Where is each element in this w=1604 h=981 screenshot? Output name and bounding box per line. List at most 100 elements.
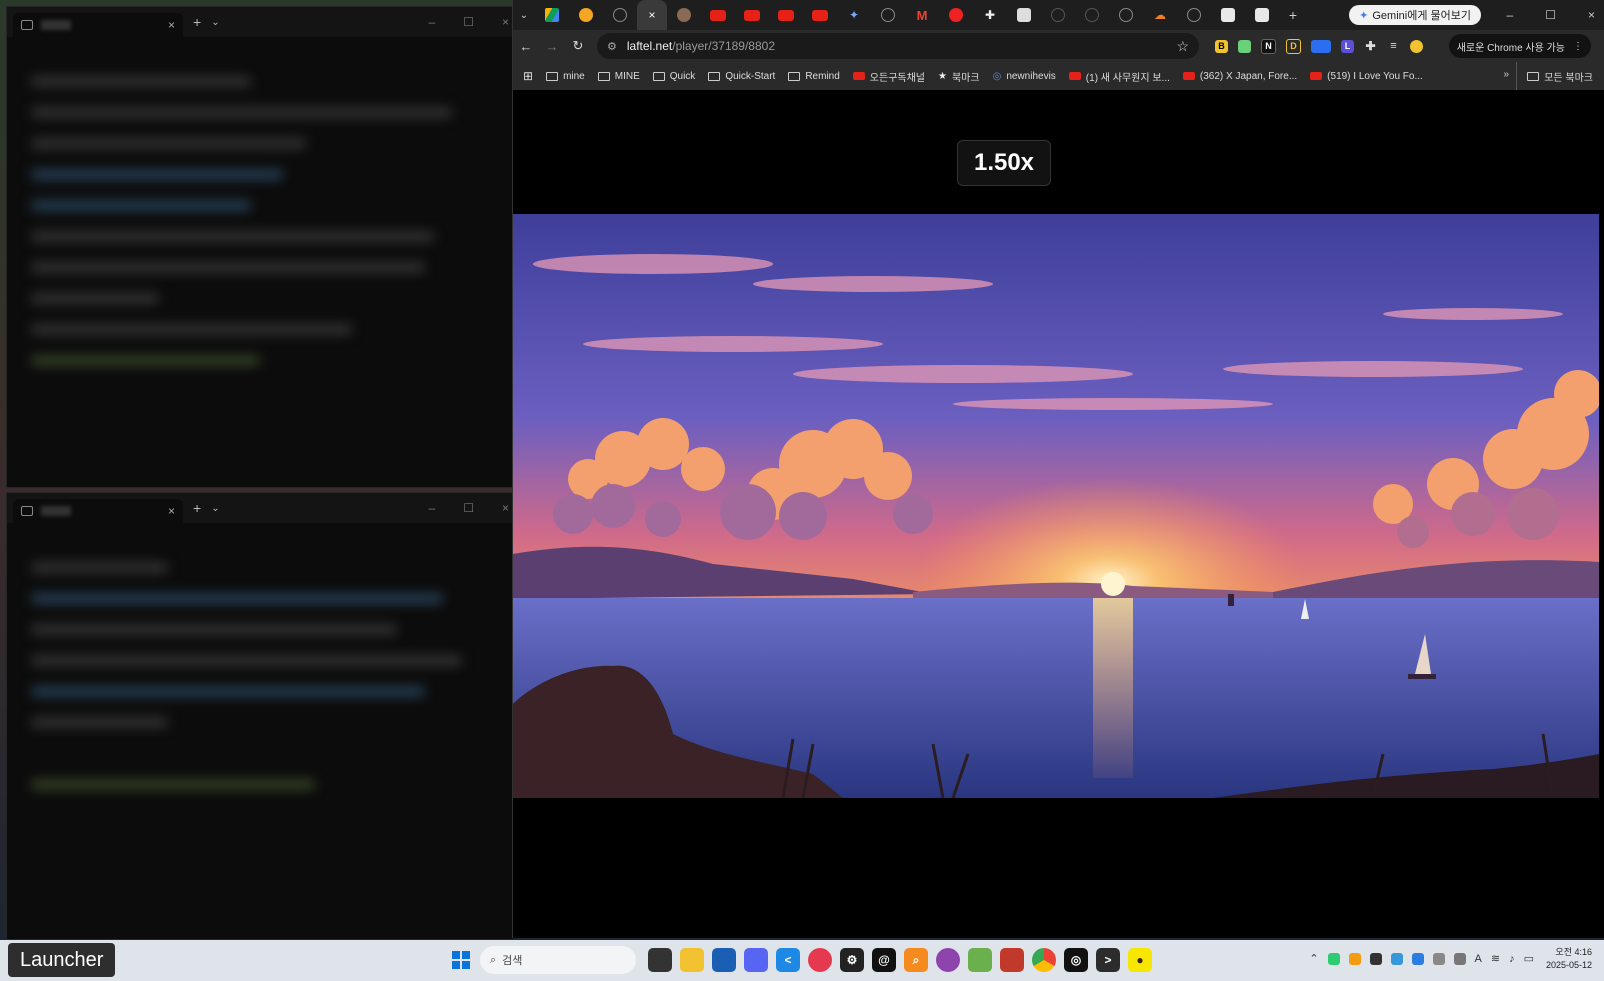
tab-avatar[interactable] <box>667 0 701 30</box>
tab-close-icon[interactable]: × <box>168 504 175 518</box>
task-view-icon[interactable] <box>648 948 672 972</box>
red-app-icon[interactable] <box>1000 948 1024 972</box>
chevron-down-icon[interactable]: ⌄ <box>211 503 219 514</box>
minimize-button[interactable]: – <box>429 501 436 515</box>
bookmark-quick[interactable]: Quick <box>652 71 695 82</box>
tab-sheets[interactable] <box>1211 0 1245 30</box>
new-tab-button[interactable]: + <box>1279 7 1307 23</box>
tab-github[interactable] <box>1041 0 1075 30</box>
tab-red-circle[interactable] <box>939 0 973 30</box>
tab-close-icon[interactable]: × <box>168 18 175 32</box>
battery-icon[interactable]: ▭ <box>1524 952 1534 965</box>
search-app-icon[interactable]: ⌕ <box>904 948 928 972</box>
vscode-icon[interactable]: < <box>776 948 800 972</box>
tab-cloud[interactable]: ☁ <box>1143 0 1177 30</box>
tab-blocked-2[interactable] <box>871 0 905 30</box>
apps-grid-icon[interactable]: ⊞ <box>523 69 533 83</box>
terminal-tab[interactable]: × <box>13 13 183 37</box>
tab-blocked-4[interactable] <box>1177 0 1211 30</box>
taskbar-search[interactable]: ⌕ 검색 <box>480 946 636 974</box>
tab-site[interactable] <box>569 0 603 30</box>
puzzle-icon[interactable]: ✚ <box>1364 39 1377 53</box>
tab-drive[interactable] <box>535 0 569 30</box>
chatgpt-icon[interactable]: ⚙ <box>840 948 864 972</box>
tab-youtube-4[interactable] <box>803 0 837 30</box>
minimize-button[interactable]: – <box>429 15 436 29</box>
bookmark-subscriptions[interactable]: 오든구독채널 <box>852 69 925 84</box>
extension-icon[interactable]: B <box>1215 39 1228 53</box>
tab-youtube-2[interactable] <box>735 0 769 30</box>
record-icon[interactable] <box>808 948 832 972</box>
chrome-update-button[interactable]: 새로운 Chrome 사용 가능 ⋮ <box>1448 34 1591 58</box>
ime-icon[interactable]: A <box>1475 953 1482 965</box>
minimize-button[interactable]: – <box>1507 8 1514 22</box>
bookmark-youtube-2[interactable]: (362) X Japan, Fore... <box>1182 71 1297 82</box>
chatgpt-desktop-icon[interactable]: ◎ <box>1064 948 1088 972</box>
discord-icon[interactable] <box>744 948 768 972</box>
file-explorer-icon[interactable] <box>680 948 704 972</box>
windows-start-icon[interactable] <box>452 951 470 969</box>
bookmark-mine[interactable]: mine <box>546 71 585 82</box>
tab-blocked-3[interactable] <box>1109 0 1143 30</box>
back-button[interactable]: ← <box>513 39 539 54</box>
chevron-down-icon[interactable]: ⌄ <box>211 17 219 28</box>
video-player[interactable]: 1.50x <box>513 90 1604 938</box>
extension-icon[interactable]: L <box>1341 39 1354 53</box>
bookmark-newnihevis[interactable]: ◎ newnihevis <box>993 71 1056 82</box>
bookmark-youtube-1[interactable]: (1) 새 사무원지 보... <box>1068 69 1170 84</box>
extension-icon[interactable] <box>1238 39 1251 53</box>
tray-app-icon[interactable] <box>1369 952 1382 965</box>
new-tab-button[interactable]: + <box>193 500 201 516</box>
tray-app-icon[interactable] <box>1348 952 1361 965</box>
threads-icon[interactable]: @ <box>872 948 896 972</box>
store-icon[interactable] <box>712 948 736 972</box>
all-bookmarks-button[interactable]: 모든 북마크 <box>1516 62 1593 90</box>
kakaotalk-icon[interactable]: ● <box>1128 948 1152 972</box>
terminal-icon[interactable]: > <box>1096 948 1120 972</box>
extension-icon[interactable]: D <box>1286 38 1301 54</box>
volume-icon[interactable]: ♪ <box>1509 953 1515 965</box>
tray-app-icon[interactable] <box>1327 952 1340 965</box>
purple-app-icon[interactable] <box>936 948 960 972</box>
bookmark-quick-start[interactable]: Quick-Start <box>708 71 775 82</box>
maximize-button[interactable]: ☐ <box>463 15 474 29</box>
more-bookmarks-button[interactable]: » <box>1503 69 1509 80</box>
terminal-window-top[interactable]: × + ⌄ – ☐ × <box>6 6 514 488</box>
extension-icon[interactable] <box>1311 39 1331 53</box>
terminal-tab[interactable]: × <box>13 499 183 523</box>
video-frame-sunset[interactable] <box>513 214 1599 798</box>
media-icon[interactable]: ≡ <box>1387 40 1400 53</box>
notion-icon[interactable]: N <box>1261 38 1276 54</box>
chrome-icon[interactable] <box>1032 948 1056 972</box>
bookmark-MINE[interactable]: MINE <box>597 71 640 82</box>
address-bar[interactable]: ⚙ laftel.net/player/37189/8802 ☆ <box>597 33 1199 59</box>
new-tab-button[interactable]: + <box>193 14 201 30</box>
keyboard-icon[interactable] <box>1432 952 1445 965</box>
close-button[interactable]: × <box>1588 8 1595 22</box>
tab-youtube-3[interactable] <box>769 0 803 30</box>
tab-gemini[interactable]: ✦ <box>837 0 871 30</box>
browser-window[interactable]: ⌄ × ✦ M ✚ ☁ + ✦ Gemini에게 물어보기 – ☐ × ← → … <box>512 0 1604 938</box>
maximize-button[interactable]: ☐ <box>1545 8 1556 22</box>
tab-search-chevron-icon[interactable]: ⌄ <box>513 10 535 21</box>
gemini-ask-button[interactable]: ✦ Gemini에게 물어보기 <box>1349 5 1481 25</box>
site-info-icon[interactable]: ⚙ <box>607 40 617 53</box>
bookmark-remind[interactable]: Remind <box>788 71 840 82</box>
bookmark-youtube-3[interactable]: (519) I Love You Fo... <box>1310 71 1423 82</box>
terminal-window-bottom[interactable]: × + ⌄ – ☐ × <box>6 492 514 940</box>
launcher-button[interactable]: Launcher <box>8 943 116 977</box>
tab-youtube-1[interactable] <box>701 0 735 30</box>
close-button[interactable]: × <box>502 501 509 515</box>
tab-github-2[interactable] <box>1075 0 1109 30</box>
bookmark-bookmarks[interactable]: ★ 북마크 <box>938 69 980 84</box>
chevron-up-icon[interactable]: ⌃ <box>1309 952 1318 965</box>
bluetooth-icon[interactable] <box>1411 952 1424 965</box>
wifi-icon[interactable]: ≋ <box>1491 952 1500 965</box>
tab-squares[interactable] <box>1007 0 1041 30</box>
kebab-menu-icon[interactable]: ⋮ <box>1573 41 1583 52</box>
display-icon[interactable] <box>1453 952 1466 965</box>
tab-gmail[interactable]: M <box>905 0 939 30</box>
forward-button[interactable]: → <box>539 39 565 54</box>
tray-app-icon[interactable] <box>1390 952 1403 965</box>
reload-button[interactable]: ↻ <box>565 38 591 54</box>
